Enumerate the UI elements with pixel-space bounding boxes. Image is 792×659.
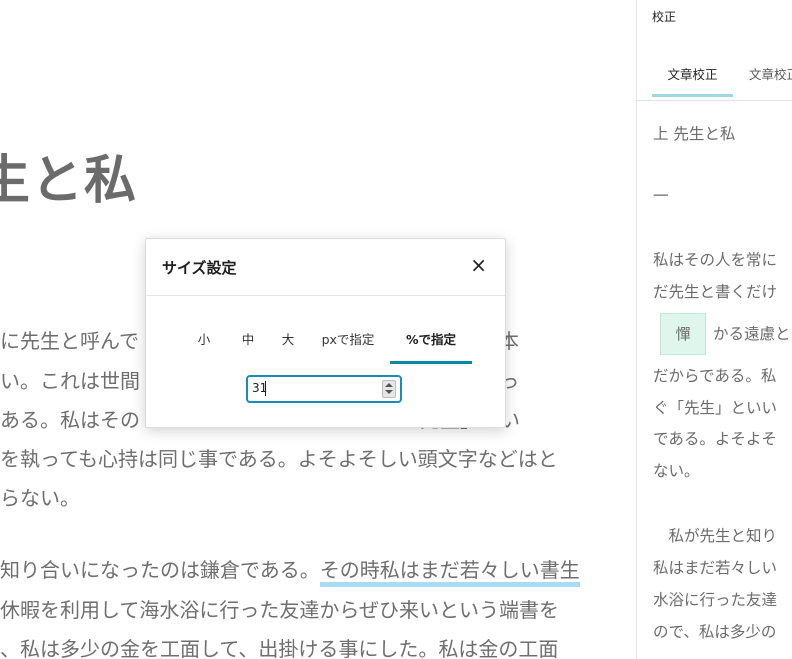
dialog-header: サイズ設定 × — [146, 239, 505, 296]
sidebar-text-line: ない。 — [653, 462, 700, 480]
sidebar-text-line: 私が先生と知り — [653, 527, 778, 545]
tab-label: 中 — [241, 332, 255, 347]
tab-proofread-2[interactable]: 文章校正 — [749, 64, 792, 83]
divider — [637, 100, 792, 101]
tab-px[interactable]: pxで指定 — [306, 323, 390, 361]
text-plain: 知り合いになったのは鎌倉である。 — [0, 558, 320, 582]
sidebar-text-line: 水浴に行った友達 — [653, 591, 778, 609]
tab-percent[interactable]: %で指定 — [390, 323, 472, 364]
tab-proofread[interactable]: 文章校正 — [652, 64, 733, 97]
tab-label: pxで指定 — [321, 332, 375, 347]
sidebar-text-line: 上 先生と私 — [653, 125, 736, 143]
sidebar-text-line: ぐ「先生」といい — [653, 399, 778, 417]
close-icon[interactable]: × — [470, 254, 487, 276]
dialog-title: サイズ設定 — [162, 259, 237, 277]
tab-label: 大 — [281, 332, 295, 347]
size-tabs: 小 中 大 pxで指定 %で指定 — [182, 323, 472, 364]
tab-small[interactable]: 小 — [182, 323, 226, 361]
tab-label: 小 — [197, 332, 211, 347]
sidebar-title: 校正 — [652, 10, 677, 24]
tab-label: %で指定 — [405, 332, 457, 347]
sidebar-text-line: だ先生と書くだけ — [653, 283, 778, 301]
tab-large[interactable]: 大 — [270, 323, 306, 361]
sidebar-text-line: ので、私は多少の — [653, 623, 777, 641]
size-settings-dialog: サイズ設定 × 小 中 大 pxで指定 %で指定 31 — [145, 238, 506, 428]
proofread-suggestion-badge[interactable]: 憚 — [660, 313, 706, 355]
text-caret — [265, 381, 266, 396]
text-line: 知り合いになったのは鎌倉である。その時私はまだ若々しい書生 — [0, 554, 580, 587]
sidebar-text-line: かる遠慮と — [713, 325, 791, 343]
sidebar-text-line: 私はまだ若々しい — [653, 559, 778, 577]
proofread-highlight[interactable]: その時私はまだ若々しい書生 — [319, 558, 580, 587]
sidebar-text-line: である。よそよそ — [653, 430, 777, 448]
text-line: を執っても心持は同じ事である。よそよそしい頭文字などはと — [0, 447, 558, 471]
text-line: 、私は多少の金を工面して、出掛ける事にした。私は金の工面 — [0, 637, 559, 659]
percent-number-input[interactable]: 31 — [246, 375, 402, 403]
sidebar-text-line: 一 — [653, 187, 669, 205]
spinner-icon[interactable] — [382, 380, 396, 398]
text-line: らない。 — [0, 486, 80, 510]
proofread-sidebar: 校正 文章校正 文章校正 上 先生と私 一 私はその人を常に だ先生と書くだけ … — [636, 0, 792, 659]
sidebar-text-line: 私はその人を常に — [653, 251, 778, 269]
post-heading[interactable]: 生と私 — [0, 138, 137, 213]
text-line: 休暇を利用して海水浴に行った友達からぜひ来いという端書を — [0, 598, 559, 622]
tab-medium[interactable]: 中 — [226, 323, 270, 361]
sidebar-text-line: だからである。私 — [653, 367, 777, 385]
